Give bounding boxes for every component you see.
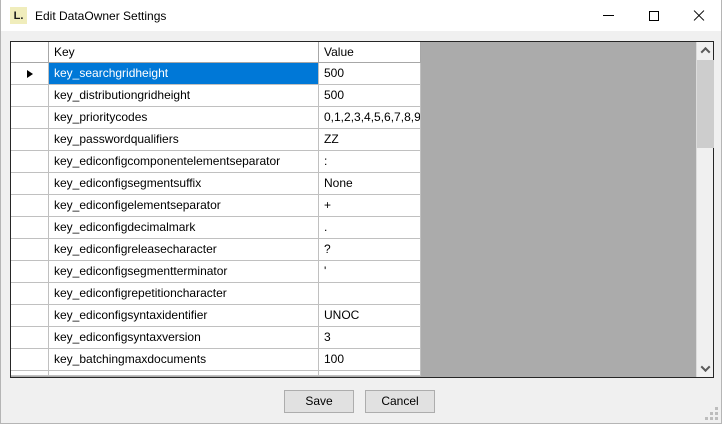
minimize-icon [603, 15, 614, 16]
value-cell[interactable]: ? [319, 239, 421, 261]
value-cell[interactable]: ' [319, 261, 421, 283]
partial-row [11, 371, 696, 376]
value-cell[interactable]: None [319, 173, 421, 195]
row-header-cell[interactable] [11, 173, 49, 195]
value-cell[interactable]: + [319, 195, 421, 217]
cancel-button[interactable]: Cancel [365, 390, 435, 413]
table-row[interactable]: key_searchgridheight 500 [11, 63, 696, 85]
grid-header-row: Key Value [11, 42, 696, 63]
row-header-cell[interactable] [11, 349, 49, 371]
row-header-cell[interactable] [11, 151, 49, 173]
key-cell[interactable]: key_ediconfigsegmentsuffix [49, 173, 319, 195]
row-header-cell[interactable] [11, 217, 49, 239]
edit-dataowner-settings-dialog: L. Edit DataOwner Settings Key Value key… [0, 0, 722, 424]
row-header-cell[interactable] [11, 129, 49, 151]
vertical-scrollbar[interactable] [696, 42, 713, 377]
save-button[interactable]: Save [284, 390, 354, 413]
row-header-cell[interactable] [11, 85, 49, 107]
table-row[interactable]: key_batchingmaxdocuments 100 [11, 349, 696, 371]
table-row[interactable]: key_ediconfigelementseparator + [11, 195, 696, 217]
key-cell[interactable]: key_passwordqualifiers [49, 129, 319, 151]
key-cell[interactable]: key_ediconfigsegmentterminator [49, 261, 319, 283]
row-header-cell[interactable] [11, 305, 49, 327]
value-cell[interactable] [319, 283, 421, 305]
scroll-up-button[interactable] [697, 42, 714, 59]
scrollbar-thumb[interactable] [697, 60, 714, 148]
table-row[interactable]: key_ediconfigsyntaxversion 3 [11, 327, 696, 349]
row-header-cell[interactable] [11, 195, 49, 217]
key-cell[interactable]: key_ediconfigsyntaxidentifier [49, 305, 319, 327]
key-cell[interactable]: key_ediconfigcomponentelementseparator [49, 151, 319, 173]
maximize-button[interactable] [631, 0, 676, 31]
scroll-down-button[interactable] [697, 360, 714, 377]
row-header-column-header [11, 42, 49, 63]
row-header-cell[interactable] [11, 261, 49, 283]
window-title: Edit DataOwner Settings [35, 9, 166, 23]
key-cell[interactable]: key_ediconfigrepetitioncharacter [49, 283, 319, 305]
settings-grid: Key Value key_searchgridheight 500 key_d… [10, 41, 714, 378]
key-cell[interactable]: key_ediconfigdecimalmark [49, 217, 319, 239]
value-cell[interactable]: 3 [319, 327, 421, 349]
value-cell[interactable]: . [319, 217, 421, 239]
key-cell[interactable]: key_ediconfigelementseparator [49, 195, 319, 217]
table-row[interactable]: key_ediconfigsegmentsuffix None [11, 173, 696, 195]
key-cell[interactable]: key_batchingmaxdocuments [49, 349, 319, 371]
grid-content: Key Value key_searchgridheight 500 key_d… [11, 42, 696, 377]
table-row[interactable]: key_ediconfigreleasecharacter ? [11, 239, 696, 261]
value-cell[interactable]: UNOC [319, 305, 421, 327]
app-icon: L. [10, 7, 27, 24]
current-row-arrow-icon [27, 70, 33, 78]
grid-rows: key_searchgridheight 500 key_distributio… [11, 63, 696, 371]
table-row[interactable]: key_ediconfigdecimalmark . [11, 217, 696, 239]
resize-grip[interactable] [704, 406, 718, 420]
close-button[interactable] [676, 0, 721, 31]
minimize-button[interactable] [586, 0, 631, 31]
row-header-cell[interactable] [11, 239, 49, 261]
key-cell[interactable]: key_ediconfigsyntaxversion [49, 327, 319, 349]
row-header-cell[interactable] [11, 283, 49, 305]
key-cell[interactable]: key_prioritycodes [49, 107, 319, 129]
table-row[interactable]: key_passwordqualifiers ZZ [11, 129, 696, 151]
window-controls [586, 0, 721, 31]
table-row[interactable]: key_ediconfigsegmentterminator ' [11, 261, 696, 283]
value-cell[interactable]: ZZ [319, 129, 421, 151]
row-header-cell[interactable] [11, 107, 49, 129]
table-row[interactable]: key_ediconfigcomponentelementseparator : [11, 151, 696, 173]
table-row[interactable]: key_prioritycodes 0,1,2,3,4,5,6,7,8,9 [11, 107, 696, 129]
key-cell[interactable]: key_ediconfigreleasecharacter [49, 239, 319, 261]
value-cell[interactable]: 500 [319, 85, 421, 107]
column-header-key[interactable]: Key [49, 42, 319, 63]
column-header-value[interactable]: Value [319, 42, 421, 63]
table-row[interactable]: key_distributiongridheight 500 [11, 85, 696, 107]
chevron-up-icon [701, 47, 711, 57]
value-cell[interactable]: 100 [319, 349, 421, 371]
row-header-cell[interactable] [11, 63, 49, 85]
titlebar[interactable]: L. Edit DataOwner Settings [1, 0, 721, 31]
value-cell[interactable]: 0,1,2,3,4,5,6,7,8,9 [319, 107, 421, 129]
table-row[interactable]: key_ediconfigsyntaxidentifier UNOC [11, 305, 696, 327]
value-cell[interactable]: 500 [319, 63, 421, 85]
key-cell[interactable]: key_distributiongridheight [49, 85, 319, 107]
key-cell[interactable]: key_searchgridheight [49, 63, 319, 85]
chevron-down-icon [701, 362, 711, 372]
row-header-cell[interactable] [11, 327, 49, 349]
table-row[interactable]: key_ediconfigrepetitioncharacter [11, 283, 696, 305]
maximize-icon [649, 11, 659, 21]
close-icon [693, 10, 704, 21]
value-cell[interactable]: : [319, 151, 421, 173]
